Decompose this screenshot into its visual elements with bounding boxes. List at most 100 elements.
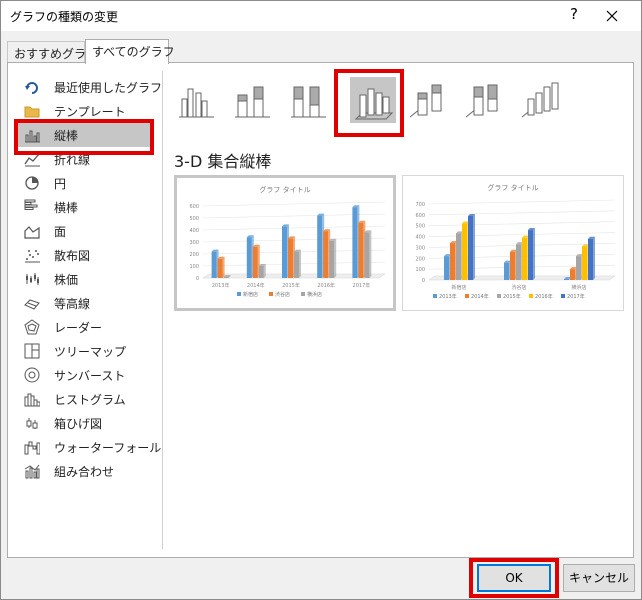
bar <box>358 222 364 278</box>
category-label: ツリーマップ <box>54 345 127 359</box>
icon-wf <box>28 441 33 447</box>
subtype-100-stacked-column[interactable] <box>286 77 332 123</box>
subtype-3d-100-stacked-column[interactable] <box>462 77 508 123</box>
icon-bar <box>33 471 37 479</box>
legend-swatch <box>237 292 241 296</box>
y-tick-label: 300 <box>415 245 425 251</box>
category-item[interactable]: ヒストグラム <box>16 387 154 411</box>
icon-radar-inner <box>27 323 37 332</box>
subtype-clustered-column[interactable] <box>174 77 220 123</box>
chart-subtype-row <box>174 71 594 135</box>
icon-hist <box>36 401 40 407</box>
gridline <box>428 199 616 205</box>
bar <box>223 277 229 278</box>
stacked-column-icon <box>235 86 270 118</box>
legend-label: 2016年 <box>535 293 553 300</box>
category-label: ヒストグラム <box>54 393 126 407</box>
icon-candle <box>34 275 36 279</box>
bar-side <box>299 249 301 278</box>
category-item[interactable]: サンバースト <box>16 363 154 387</box>
box-whisker-chart-icon <box>26 418 38 429</box>
icon-area <box>24 226 40 239</box>
category-item[interactable]: 株価 <box>16 267 154 291</box>
area-chart-icon <box>24 226 40 239</box>
3d-clustered-column-icon <box>354 88 394 120</box>
category-item[interactable]: ウォーターフォール <box>16 435 161 459</box>
dialog-title: グラフの種類の変更 <box>10 10 119 24</box>
category-item[interactable]: 折れ線 <box>16 147 154 171</box>
subtype-3d-clustered-column[interactable] <box>350 77 396 123</box>
bar <box>329 240 335 278</box>
category-item[interactable]: ツリーマップ <box>16 339 154 363</box>
icon-dot <box>28 250 30 252</box>
bar <box>468 215 473 280</box>
tab-all-charts[interactable]: すべてのグラフ <box>85 39 175 64</box>
close-icon <box>606 10 618 22</box>
category-item[interactable]: レーダー <box>16 315 154 339</box>
icon-box <box>32 422 38 429</box>
cancel-button[interactable]: キャンセル <box>563 564 635 592</box>
bar <box>564 279 569 280</box>
category-label: テンプレート <box>54 105 126 119</box>
icon-bar <box>29 130 33 143</box>
category-item[interactable]: 組み合わせ <box>16 459 154 483</box>
icon-dot <box>37 253 39 255</box>
bar <box>444 256 449 280</box>
category-item[interactable]: 横棒 <box>16 195 154 219</box>
icon-hbar <box>24 199 36 203</box>
x-tick-label: 2014年 <box>247 282 265 289</box>
bar-side <box>334 238 337 278</box>
category-label: 散布図 <box>54 249 91 263</box>
bar-side <box>222 256 225 278</box>
category-item[interactable]: 等高線 <box>16 291 154 315</box>
category-label: 株価 <box>54 273 79 287</box>
close-button[interactable] <box>599 3 625 29</box>
icon-hbar <box>24 204 38 208</box>
category-item[interactable]: 箱ひげ図 <box>16 411 154 435</box>
subtype-3d-column[interactable] <box>518 77 564 123</box>
category-label: 最近使用したグラフ <box>54 81 163 95</box>
tab-recommended-charts[interactable]: おすすめグラフ <box>7 41 98 63</box>
subtype-stacked-column[interactable] <box>230 77 276 123</box>
chart-type-panel: 最近使用したグラフ テンプレート縦棒 折れ線円横棒面散布図株価等高線 レーダーツリーマ… <box>7 62 634 558</box>
legend-label: 新宿店 <box>243 291 258 298</box>
subtype-3d-stacked-column[interactable] <box>406 77 452 123</box>
bar-chart-icon <box>24 199 38 210</box>
recent-icon <box>25 82 38 94</box>
category-item[interactable]: 最近使用したグラフ <box>16 75 162 99</box>
category-item[interactable]: 円 <box>16 171 154 195</box>
chart-preview-2[interactable]: グラフ タイトル 700 600 500 400 300 200 100 0 新宿店 渋谷店 横浜店 2… <box>402 175 624 311</box>
waterfall-chart-icon <box>24 441 40 455</box>
bar <box>288 238 293 278</box>
radar-chart-icon <box>24 319 40 335</box>
bar <box>217 258 223 278</box>
legend-swatch <box>497 294 501 298</box>
icon-bar <box>36 132 40 143</box>
bar <box>294 251 299 278</box>
bar-side <box>263 264 266 278</box>
recent-arrow <box>25 86 30 90</box>
chart-preview-1[interactable]: グラフ タイトル 600 500 400 300 200 100 0 2013年 2014年 201… <box>174 175 396 311</box>
bar <box>246 237 252 278</box>
icon-dot <box>35 250 37 252</box>
ok-button[interactable]: OK <box>477 564 551 592</box>
legend-swatch <box>529 294 533 298</box>
icon-bar <box>36 468 40 479</box>
category-item[interactable]: 散布図 <box>16 243 154 267</box>
x-tick-label: 2015年 <box>282 282 300 289</box>
category-item[interactable]: 面 <box>16 219 154 243</box>
category-item[interactable]: 縦棒 <box>16 123 154 147</box>
bar <box>323 231 329 278</box>
category-label: 組み合わせ <box>54 465 115 479</box>
histogram-chart-icon <box>24 393 40 407</box>
help-button[interactable]: ? <box>567 5 581 23</box>
icon-bar <box>33 135 37 143</box>
icon-dot <box>32 256 34 258</box>
bar-side <box>593 236 595 280</box>
3d-column-icon <box>521 82 559 118</box>
category-label: 横棒 <box>54 201 79 215</box>
category-item[interactable]: テンプレート <box>16 99 154 123</box>
preview-title: グラフ タイトル <box>487 183 538 192</box>
legend-swatch <box>465 294 469 298</box>
folder-shape <box>24 106 40 118</box>
